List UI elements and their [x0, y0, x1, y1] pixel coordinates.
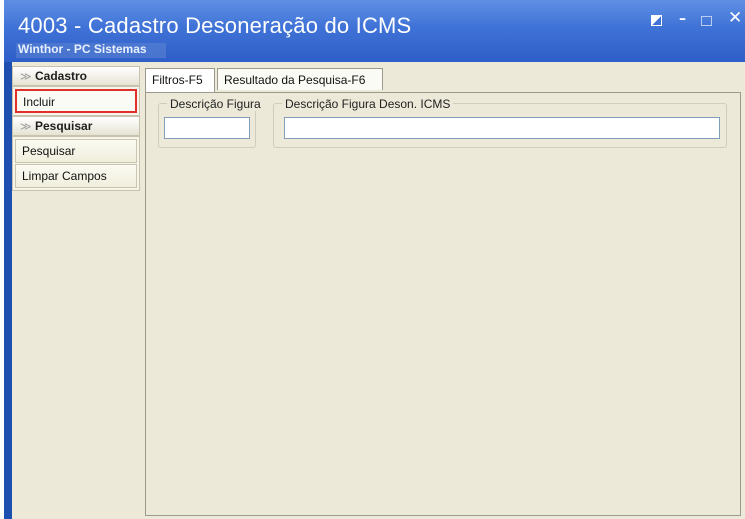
- group-label: Descrição Figura: [167, 97, 264, 111]
- descricao-figura-input[interactable]: [164, 117, 250, 139]
- tab-resultado-pesquisa[interactable]: Resultado da Pesquisa-F6: [217, 68, 383, 90]
- app-window: 4003 - Cadastro Desoneração do ICMS Wint…: [4, 0, 745, 519]
- pesquisar-button-label: Pesquisar: [22, 144, 76, 158]
- chevron-down-icon: ≫: [20, 120, 32, 133]
- title-bar[interactable]: 4003 - Cadastro Desoneração do ICMS Wint…: [4, 0, 745, 62]
- sidebar-panel-cadastro: Incluir: [12, 86, 140, 116]
- limpar-campos-button-label: Limpar Campos: [22, 169, 107, 183]
- filters-panel: Descrição Figura Descrição Figura Deson.…: [145, 92, 741, 516]
- window-subtitle: Winthor - PC Sistemas: [18, 42, 147, 56]
- tab-filtros[interactable]: Filtros-F5: [145, 68, 215, 92]
- sidebar-section-label: Cadastro: [35, 69, 88, 83]
- incluir-button-label: Incluir: [23, 95, 56, 109]
- group-descricao-figura-deson: Descrição Figura Deson. ICMS: [273, 97, 727, 148]
- limpar-campos-button[interactable]: Limpar Campos: [15, 164, 137, 188]
- sidebar-panel-pesquisar: Pesquisar Limpar Campos: [12, 136, 140, 191]
- incluir-button[interactable]: Incluir: [15, 89, 137, 113]
- client-area: ≫ Cadastro Incluir ≫ Pesquisar Pesquisar…: [12, 62, 745, 519]
- pesquisar-button[interactable]: Pesquisar: [15, 139, 137, 163]
- maximize-icon[interactable]: [701, 16, 712, 26]
- group-descricao-figura: Descrição Figura: [158, 97, 264, 148]
- window-title: 4003 - Cadastro Desoneração do ICMS: [18, 13, 412, 38]
- sidebar-section-label: Pesquisar: [35, 119, 93, 133]
- close-icon[interactable]: ✕: [728, 10, 742, 27]
- descricao-figura-deson-input[interactable]: [284, 117, 720, 139]
- sidebar-section-cadastro[interactable]: ≫ Cadastro: [12, 66, 140, 86]
- restore-icon[interactable]: [651, 15, 662, 26]
- sidebar-section-pesquisar[interactable]: ≫ Pesquisar: [12, 116, 140, 136]
- tab-label: Filtros-F5: [152, 73, 203, 87]
- tab-label: Resultado da Pesquisa-F6: [224, 73, 366, 87]
- group-label: Descrição Figura Deson. ICMS: [282, 97, 454, 111]
- chevron-down-icon: ≫: [20, 70, 32, 83]
- sidebar: ≫ Cadastro Incluir ≫ Pesquisar Pesquisar…: [12, 66, 140, 519]
- minimize-icon[interactable]: –: [679, 11, 686, 27]
